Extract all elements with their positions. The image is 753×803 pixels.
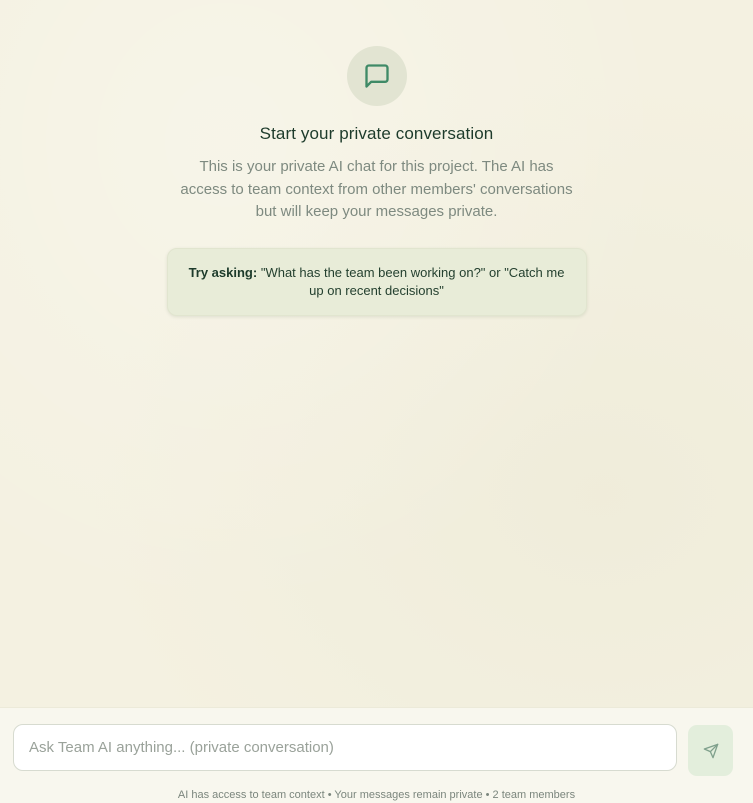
composer-footer-note: AI has access to team context • Your mes… (177, 789, 576, 801)
empty-state-title: Start your private conversation (259, 124, 494, 143)
chat-icon-badge (346, 46, 407, 106)
chat-area: Start your private conversation This is … (0, 0, 753, 707)
composer-bar: AI has access to team context • Your mes… (0, 707, 753, 803)
send-icon (703, 743, 718, 758)
empty-state: Start your private conversation This is … (0, 46, 753, 316)
chat-input[interactable] (13, 724, 677, 771)
empty-state-description: This is your private AI chat for this pr… (180, 158, 573, 220)
send-button[interactable] (688, 725, 733, 776)
message-square-icon (364, 64, 389, 88)
suggestion-box: Try asking: "What has the team been work… (166, 247, 587, 316)
suggestion-label: Try asking: (188, 264, 258, 280)
suggestion-text: "What has the team been working on?" or … (260, 264, 565, 298)
